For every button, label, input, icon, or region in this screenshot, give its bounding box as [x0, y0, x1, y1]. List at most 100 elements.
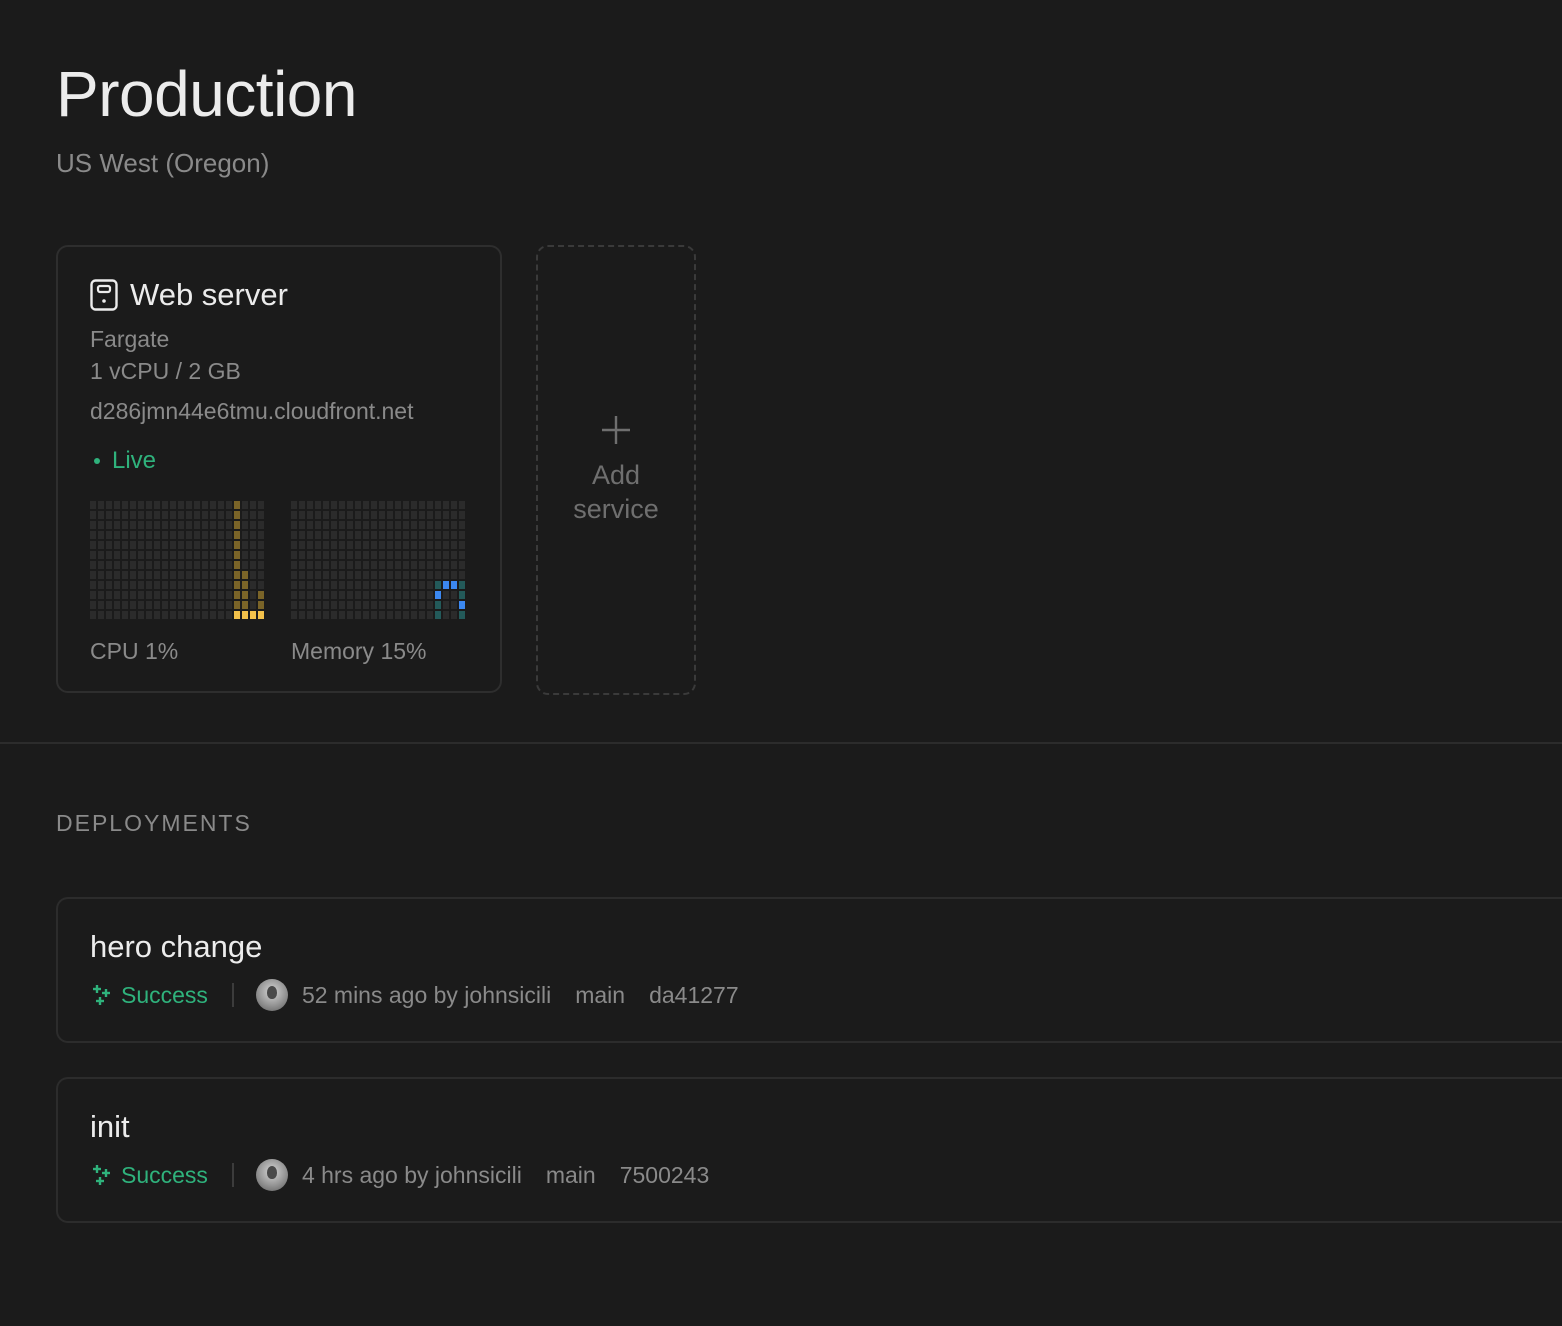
usage-cell	[178, 531, 184, 539]
usage-cell	[323, 551, 329, 559]
usage-cell	[307, 611, 313, 619]
usage-cell	[299, 531, 305, 539]
avatar	[255, 1159, 288, 1191]
usage-cell	[459, 501, 465, 509]
usage-cell	[451, 561, 457, 569]
usage-cell	[291, 601, 297, 609]
usage-cell	[419, 511, 425, 519]
usage-cell	[315, 551, 321, 559]
usage-cell	[106, 531, 112, 539]
usage-cell	[170, 531, 176, 539]
usage-cell	[299, 551, 305, 559]
usage-cell	[443, 531, 449, 539]
usage-cell	[170, 561, 176, 569]
service-url[interactable]: d286jmn44e6tmu.cloudfront.net	[90, 396, 414, 426]
usage-cell	[170, 611, 176, 619]
usage-cell	[443, 541, 449, 549]
usage-cell	[218, 611, 224, 619]
usage-cell	[258, 501, 264, 509]
usage-cell	[250, 591, 256, 599]
usage-cell	[202, 611, 208, 619]
usage-cell	[106, 601, 112, 609]
usage-cell	[291, 611, 297, 619]
usage-cell	[146, 581, 152, 589]
memory-label: Memory 15%	[291, 638, 427, 664]
usage-cell	[186, 611, 192, 619]
usage-cell	[395, 561, 401, 569]
usage-cell	[371, 511, 377, 519]
usage-cell	[451, 501, 457, 509]
usage-cell	[347, 591, 353, 599]
service-card-web-server[interactable]: Web server Fargate 1 vCPU / 2 GB d286jmn…	[56, 245, 502, 693]
usage-cell	[419, 531, 425, 539]
usage-cell	[331, 571, 337, 579]
usage-cell	[90, 501, 96, 509]
usage-cell	[122, 501, 128, 509]
usage-cell	[194, 591, 200, 599]
usage-cell	[387, 571, 393, 579]
usage-cell	[114, 571, 120, 579]
usage-cell	[106, 571, 112, 579]
usage-cell	[186, 511, 192, 519]
memory-usage-grid	[291, 501, 465, 619]
deployment-commit[interactable]: da41277	[649, 980, 739, 1010]
usage-cell	[162, 521, 168, 529]
usage-cell	[371, 521, 377, 529]
usage-cell	[299, 591, 305, 599]
usage-cell	[363, 541, 369, 549]
usage-cell	[411, 511, 417, 519]
usage-cell	[202, 591, 208, 599]
usage-cell	[371, 601, 377, 609]
usage-cell	[170, 581, 176, 589]
usage-cell	[178, 611, 184, 619]
usage-cell	[443, 561, 449, 569]
usage-cell	[403, 551, 409, 559]
server-icon	[90, 279, 118, 311]
usage-cell	[307, 581, 313, 589]
usage-cell	[90, 611, 96, 619]
usage-cell	[371, 571, 377, 579]
deployment-item[interactable]: hero change Success 52 mins ago by johns…	[56, 897, 1562, 1043]
usage-cell	[419, 571, 425, 579]
usage-cell	[146, 611, 152, 619]
usage-cell	[242, 551, 248, 559]
usage-cell	[226, 581, 232, 589]
usage-cell	[138, 531, 144, 539]
usage-cell	[355, 551, 361, 559]
usage-cell	[451, 511, 457, 519]
add-service-button[interactable]: Add service	[536, 245, 696, 695]
usage-cell	[411, 501, 417, 509]
usage-cell	[347, 561, 353, 569]
usage-cell	[250, 601, 256, 609]
usage-cell	[307, 591, 313, 599]
usage-cell	[162, 511, 168, 519]
usage-cell	[347, 571, 353, 579]
usage-cell	[427, 521, 433, 529]
usage-cell	[371, 591, 377, 599]
usage-cell	[90, 601, 96, 609]
usage-cell	[202, 501, 208, 509]
usage-cell	[178, 561, 184, 569]
deployment-item[interactable]: init Success 4 hrs ago by johnsicili mai…	[56, 1077, 1562, 1223]
usage-cell	[315, 521, 321, 529]
usage-cell	[435, 581, 441, 589]
usage-cell	[98, 561, 104, 569]
deployment-title: init	[90, 1109, 130, 1144]
deployment-meta: Success 52 mins ago by johnsicili main d…	[92, 979, 739, 1011]
cpu-usage-grid	[90, 501, 264, 619]
deployment-commit[interactable]: 7500243	[620, 1160, 710, 1190]
usage-cell	[226, 531, 232, 539]
usage-cell	[315, 541, 321, 549]
usage-cell	[451, 611, 457, 619]
usage-cell	[451, 531, 457, 539]
usage-cell	[210, 581, 216, 589]
usage-cell	[363, 501, 369, 509]
usage-cell	[331, 531, 337, 539]
usage-cell	[307, 511, 313, 519]
usage-cell	[122, 541, 128, 549]
usage-cell	[347, 511, 353, 519]
usage-cell	[387, 601, 393, 609]
usage-cell	[226, 541, 232, 549]
usage-cell	[186, 581, 192, 589]
usage-cell	[427, 551, 433, 559]
